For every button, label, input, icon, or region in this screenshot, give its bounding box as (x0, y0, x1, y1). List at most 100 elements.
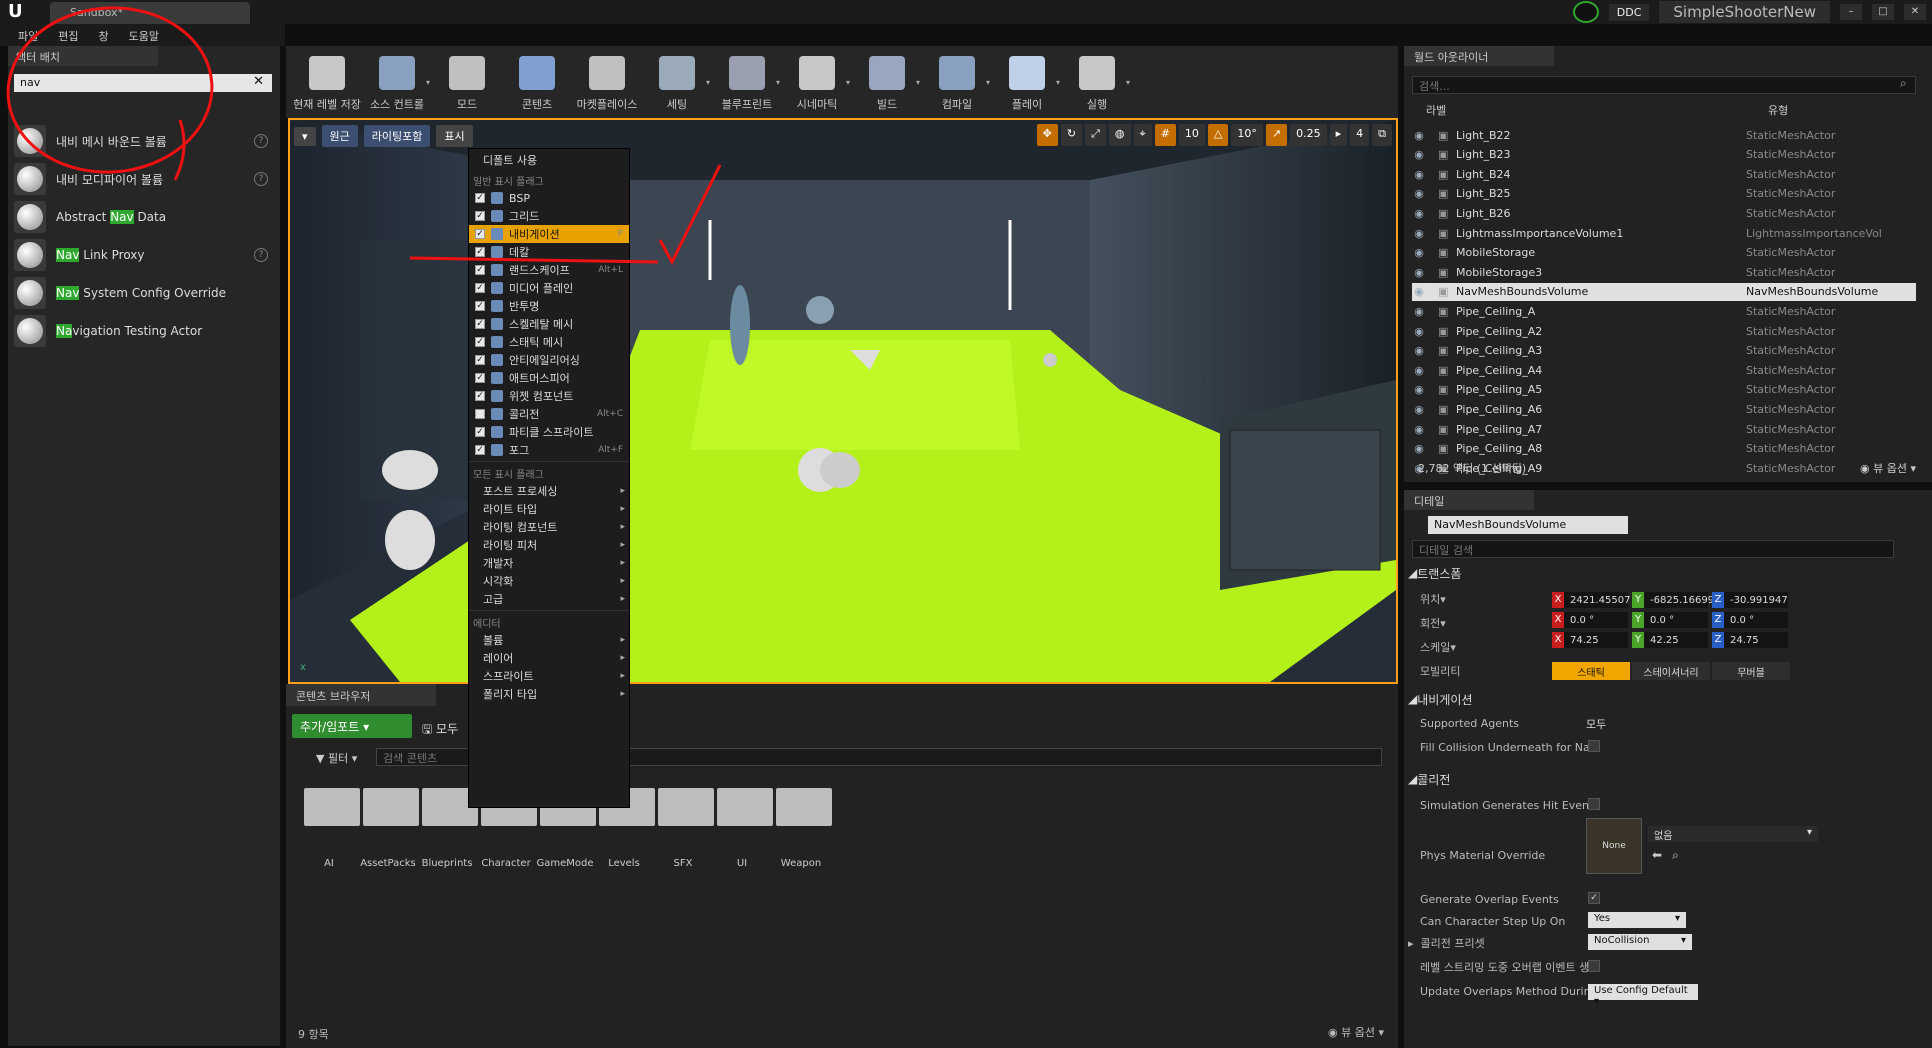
visibility-eye-icon[interactable]: ◉ (1412, 423, 1426, 436)
outliner-row[interactable]: ◉ ▣ Pipe_Ceiling_A6 StaticMeshActor (1412, 400, 1916, 418)
collision-section[interactable]: ◢ 콜리전 (1408, 768, 1450, 790)
vector-field-rot-y[interactable]: Y 0.0 ° (1632, 612, 1708, 628)
show-flag-checkbox[interactable]: ✓ (475, 193, 485, 203)
source-status-icon[interactable] (1572, 1, 1599, 23)
show-flag-item[interactable]: ✓ BSP (469, 189, 629, 207)
show-flag-item[interactable]: ✓ 그리드 (469, 207, 629, 225)
folder-icon[interactable] (717, 788, 773, 826)
outliner-row[interactable]: ◉ ▣ LightmassImportanceVolume1 LightmassImp… (1412, 224, 1916, 242)
show-submenu-item[interactable]: 라이트 타입 ▸ (469, 500, 629, 518)
outliner-row[interactable]: ◉ ▣ NavMeshBoundsVolume NavMeshBoundsVolume (1412, 282, 1916, 301)
show-submenu-item[interactable]: 고급 ▸ (469, 590, 629, 608)
grid-snap-value[interactable]: 10 (1178, 124, 1205, 146)
toolbar-button[interactable]: 플레이 ▾ (992, 46, 1062, 116)
vector-field-scale-x[interactable]: X 74.25 (1552, 632, 1628, 648)
scale-label[interactable]: 스케일 ▾ (1420, 636, 1456, 658)
outliner-row[interactable]: ◉ ▣ Light_B25 StaticMeshActor (1412, 185, 1916, 203)
grid-snap-icon[interactable]: # (1154, 124, 1176, 146)
col-label[interactable]: 라벨 (1412, 102, 1768, 120)
visibility-eye-icon[interactable]: ◉ (1412, 168, 1426, 181)
vector-field-loc-x[interactable]: X 2421.45507 (1552, 592, 1630, 608)
toolbar-button[interactable]: 세팅 ▾ (642, 46, 712, 116)
toolbar-button[interactable]: 마켓플레이스 (572, 46, 642, 116)
toolbar-button[interactable]: 실행 ▾ (1062, 46, 1132, 116)
show-flag-item[interactable]: ✓ 미디어 플레인 (469, 279, 629, 297)
perspective-button[interactable]: 원근 (321, 125, 358, 147)
toolbar-button[interactable]: 현재 레벨 저장 (292, 46, 362, 116)
outliner-row[interactable]: ◉ ▣ MobileStorage3 StaticMeshActor (1412, 263, 1916, 281)
mobility-option[interactable]: 스테이셔너리 (1632, 662, 1710, 680)
place-item[interactable]: Navigation Testing Actor (14, 312, 276, 350)
phys-material-dropdown[interactable]: 없음 ▾ (1648, 826, 1818, 842)
show-flag-checkbox[interactable] (475, 409, 485, 419)
toolbar-button[interactable]: 소스 컨트롤 ▾ (362, 46, 432, 116)
visibility-eye-icon[interactable]: ◉ (1412, 364, 1426, 377)
maximize-icon[interactable]: □ (1872, 4, 1894, 20)
show-flag-checkbox[interactable]: ✓ (475, 337, 485, 347)
scale-snap-icon[interactable]: ↗ (1265, 124, 1288, 146)
vector-field-scale-z[interactable]: Z 24.75 (1712, 632, 1788, 648)
show-flag-checkbox[interactable]: ✓ (475, 319, 485, 329)
update-overlaps-dropdown[interactable]: Use Config Default ▾ (1588, 984, 1698, 1007)
help-icon[interactable]: ? (254, 172, 268, 186)
show-flag-checkbox[interactable]: ✓ (475, 445, 485, 455)
level-viewport[interactable]: x ▾ 원근 라이팅포함 표시 ✥ ↻ ⤢ ◍ ⌖ # 10 △ 10° ↗ 0… (288, 118, 1398, 684)
show-submenu-item[interactable]: 포스트 프로세싱 ▸ (469, 482, 629, 500)
show-flag-checkbox[interactable]: ✓ (475, 229, 485, 239)
collision-preset-label[interactable]: ▸ 콜리전 프리셋 (1408, 932, 1485, 954)
show-flag-checkbox[interactable]: ✓ (475, 391, 485, 401)
use-selected-arrow-icon[interactable]: ⬅ (1652, 848, 1662, 862)
outliner-search-input[interactable]: 검색... (1412, 76, 1916, 94)
show-flag-item[interactable]: ✓ 데칼 (469, 243, 629, 261)
place-item[interactable]: Nav Link Proxy? (14, 236, 276, 274)
show-flag-checkbox[interactable]: ✓ (475, 211, 485, 221)
vector-field-rot-x[interactable]: X 0.0 ° (1552, 612, 1628, 628)
show-flag-item[interactable]: ✓ 스켈레탈 메시 (469, 315, 629, 333)
show-flag-item[interactable]: ✓ 스태틱 메시 (469, 333, 629, 351)
folder-icon[interactable] (304, 788, 360, 826)
browse-icon[interactable]: ⌕ (1672, 848, 1679, 863)
show-flag-checkbox[interactable]: ✓ (475, 247, 485, 257)
visibility-eye-icon[interactable]: ◉ (1412, 403, 1426, 416)
outliner-row[interactable]: ◉ ▣ Pipe_Ceiling_A5 StaticMeshActor (1412, 381, 1916, 399)
outliner-row[interactable]: ◉ ▣ Light_B24 StaticMeshActor (1412, 165, 1916, 183)
collision-preset-dropdown[interactable]: NoCollision ▾ (1588, 934, 1692, 950)
navigation-section[interactable]: ◢ 내비게이션 (1408, 688, 1472, 710)
show-flag-checkbox[interactable]: ✓ (475, 355, 485, 365)
mobility-option[interactable]: 무버블 (1712, 662, 1790, 680)
folder-icon[interactable] (658, 788, 714, 826)
visibility-eye-icon[interactable]: ◉ (1412, 344, 1426, 357)
filter-button[interactable]: ▼ 필터 ▾ (316, 750, 357, 766)
show-flag-item[interactable]: ✓ 반투명 (469, 297, 629, 315)
visibility-eye-icon[interactable]: ◉ (1412, 305, 1426, 318)
world-outliner-tab[interactable]: 월드 아웃라이너 (1404, 46, 1554, 66)
add-import-button[interactable]: 추가/임포트 ▾ (292, 714, 412, 738)
menu-window[interactable]: 창 (99, 28, 109, 43)
outliner-row[interactable]: ◉ ▣ Pipe_Ceiling_A StaticMeshActor (1412, 302, 1916, 320)
col-type[interactable]: 유형 (1768, 102, 1788, 120)
show-flag-item[interactable]: ✓ 포그 Alt+F (469, 441, 629, 459)
outliner-row[interactable]: ◉ ▣ Pipe_Ceiling_A2 StaticMeshActor (1412, 322, 1916, 340)
vector-field-loc-y[interactable]: Y -6825.16699 (1632, 592, 1714, 608)
help-icon[interactable]: ? (254, 134, 268, 148)
level-tab[interactable]: Sandbox* (50, 2, 250, 24)
lit-button[interactable]: 라이팅포함 (363, 125, 431, 147)
translate-icon[interactable]: ✥ (1036, 124, 1058, 146)
rotate-icon[interactable]: ↻ (1060, 124, 1083, 146)
show-flag-item[interactable]: ✓ 위젯 컴포넌트 (469, 387, 629, 405)
show-submenu-item[interactable]: 시각화 ▸ (469, 572, 629, 590)
details-tab[interactable]: 디테일 (1404, 490, 1534, 510)
visibility-eye-icon[interactable]: ◉ (1412, 383, 1426, 396)
world-icon[interactable]: ◍ (1108, 124, 1131, 146)
show-button[interactable]: 표시 (436, 125, 473, 147)
scale-icon[interactable]: ⤢ (1085, 124, 1106, 146)
show-flag-item[interactable]: ✓ 랜드스케이프 Alt+L (469, 261, 629, 279)
toolbar-button[interactable]: 블루프린트 ▾ (712, 46, 782, 116)
outliner-view-options[interactable]: ◉ 뷰 옵션 ▾ (1860, 460, 1916, 476)
show-flag-checkbox[interactable]: ✓ (475, 265, 485, 275)
overlap-checkbox[interactable]: ✓ (1588, 892, 1600, 904)
toolbar-button[interactable]: 콘텐츠 (502, 46, 572, 116)
show-flag-checkbox[interactable]: ✓ (475, 283, 485, 293)
show-flag-item[interactable]: ✓ 안티에일리어싱 (469, 351, 629, 369)
toolbar-button[interactable]: 시네마틱 ▾ (782, 46, 852, 116)
